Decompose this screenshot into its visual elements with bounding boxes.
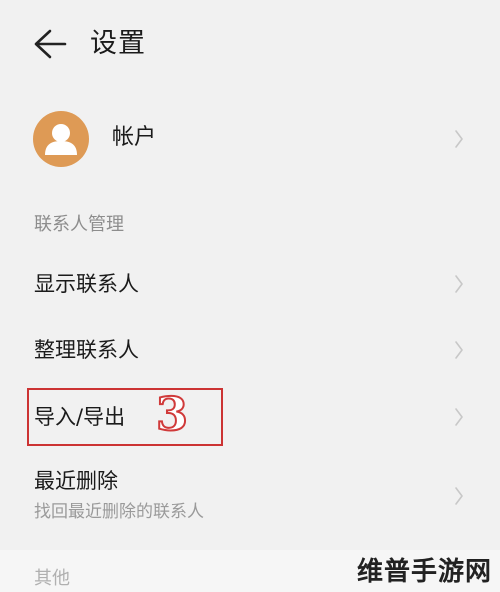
step-number-annotation: 3 [155,386,189,442]
back-arrow-icon [34,29,67,59]
watermark: 维普手游网 [356,557,492,587]
account-row[interactable]: 帐户 [0,108,500,170]
section-header-other: 其他 [34,568,70,589]
row-label: 最近删除 [34,469,118,493]
back-button[interactable] [30,26,70,62]
list-item-recently-deleted[interactable]: 最近删除 找回最近删除的联系人 [0,460,500,532]
section-header-contacts: 联系人管理 [34,214,124,235]
row-sublabel: 找回最近删除的联系人 [34,502,204,522]
chevron-right-icon [455,275,463,293]
person-icon [45,124,77,155]
row-label: 显示联系人 [34,272,139,296]
avatar [33,111,89,167]
top-bar: 设置 [0,0,500,88]
chevron-right-icon [455,341,463,359]
page-title: 设置 [90,28,146,59]
settings-screen: 设置 帐户 联系人管理 显示联系人 整理联系人 导入/导出 3 最近删除 找回最… [0,0,500,592]
list-item-organize-contacts[interactable]: 整理联系人 [0,320,500,380]
chevron-right-icon [455,487,463,505]
row-label: 整理联系人 [34,338,139,362]
list-item-show-contacts[interactable]: 显示联系人 [0,254,500,314]
chevron-right-icon [455,408,463,426]
highlight-annotation-box [27,388,223,446]
chevron-right-icon [455,130,463,148]
account-label: 帐户 [112,125,157,150]
